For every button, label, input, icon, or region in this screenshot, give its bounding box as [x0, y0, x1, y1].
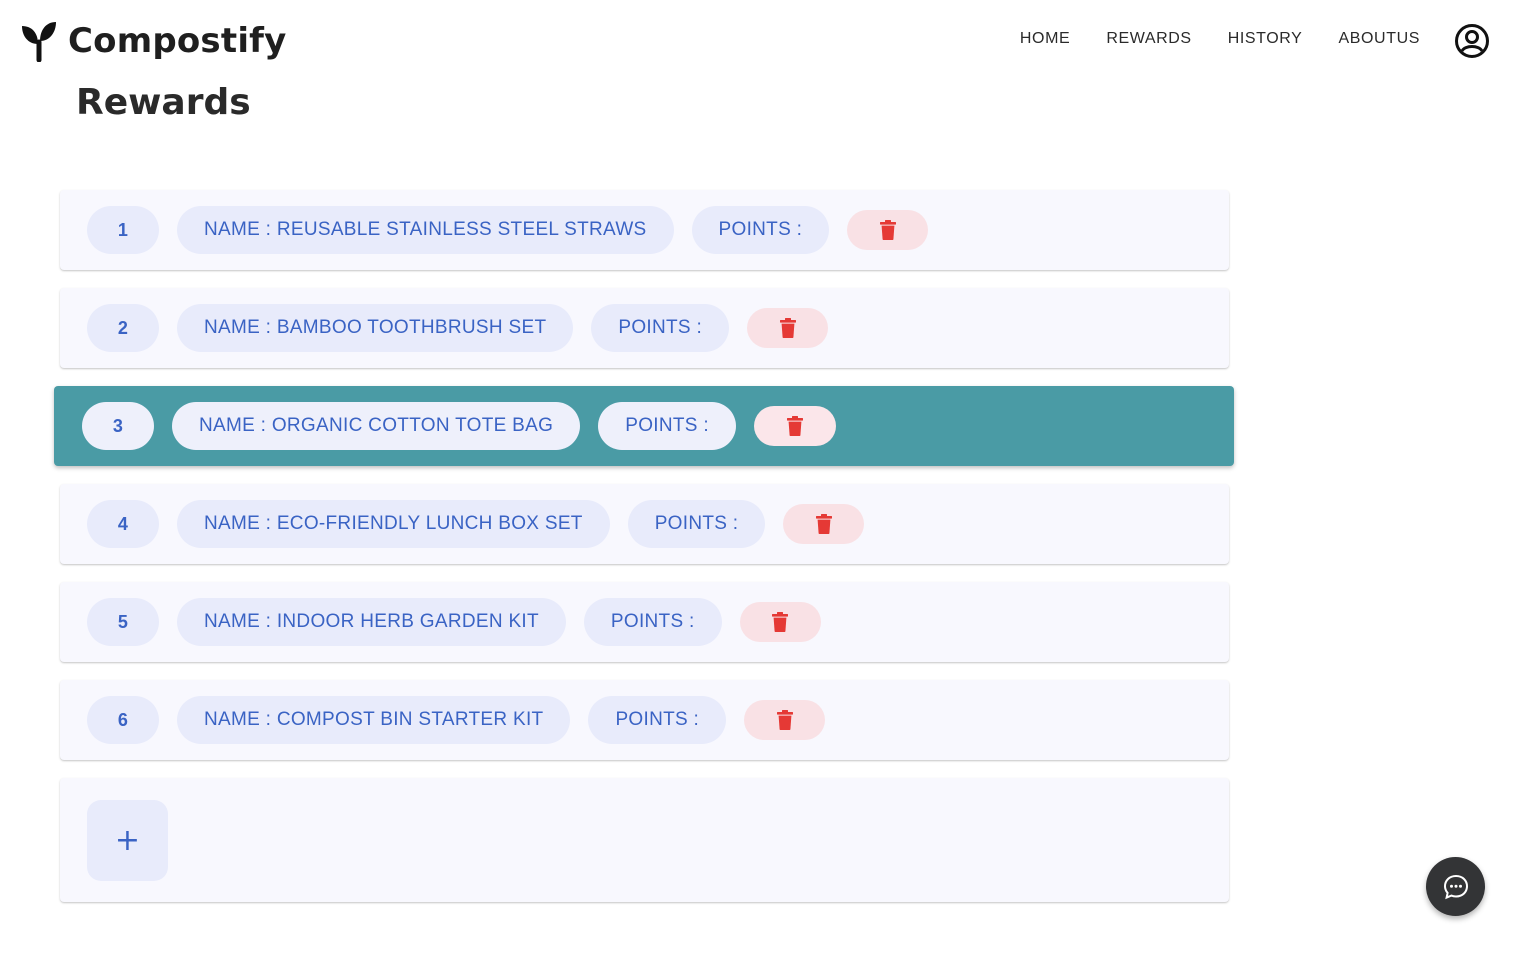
brand-name: Compostify [68, 21, 287, 61]
trash-icon [772, 612, 789, 632]
reward-row[interactable]: 6 NAME : COMPOST BIN STARTER KIT POINTS : [60, 680, 1229, 760]
delete-reward-button[interactable] [783, 504, 865, 544]
brand[interactable]: Compostify [20, 20, 287, 62]
reward-name: NAME : ORGANIC COTTON TOTE BAG [172, 402, 581, 450]
reward-name: NAME : ECO-FRIENDLY LUNCH BOX SET [177, 500, 610, 548]
reward-row[interactable]: 2 NAME : BAMBOO TOOTHBRUSH SET POINTS : [60, 288, 1229, 368]
user-circle-icon[interactable] [1454, 23, 1490, 59]
reward-index: 6 [87, 696, 159, 744]
nav-home[interactable]: HOME [1020, 30, 1070, 48]
sprout-icon [22, 22, 56, 62]
delete-reward-button[interactable] [753, 406, 836, 446]
reward-name: NAME : INDOOR HERB GARDEN KIT [177, 598, 566, 646]
delete-reward-button[interactable] [747, 308, 829, 348]
trash-icon [815, 514, 832, 534]
reward-row[interactable]: 5 NAME : INDOOR HERB GARDEN KIT POINTS : [60, 582, 1229, 662]
reward-index: 4 [87, 500, 159, 548]
reward-index: 3 [82, 402, 154, 450]
reward-index: 1 [87, 206, 159, 254]
reward-row[interactable]: 3 NAME : ORGANIC COTTON TOTE BAG POINTS : [54, 386, 1234, 466]
reward-index: 2 [87, 304, 159, 352]
reward-points: POINTS : [598, 402, 736, 450]
reward-points: POINTS : [691, 206, 830, 254]
reward-row[interactable]: 4 NAME : ECO-FRIENDLY LUNCH BOX SET POINTS… [60, 484, 1229, 564]
reward-name: NAME : BAMBOO TOOTHBRUSH SET [177, 304, 574, 352]
trash-icon [879, 220, 896, 240]
add-reward-row: + [60, 778, 1229, 902]
rewards-list: 1 NAME : REUSABLE STAINLESS STEEL STRAWS P… [54, 190, 1234, 920]
chat-button[interactable] [1426, 857, 1485, 916]
reward-points: POINTS : [588, 696, 727, 744]
trash-icon [776, 710, 793, 730]
nav-history[interactable]: HISTORY [1228, 30, 1303, 48]
delete-reward-button[interactable] [847, 210, 929, 250]
reward-name: NAME : COMPOST BIN STARTER KIT [177, 696, 571, 744]
reward-points: POINTS : [627, 500, 766, 548]
reward-index: 5 [87, 598, 159, 646]
header: Compostify HOME REWARDS HISTORY ABOUTUS [0, 0, 1526, 84]
trash-icon [786, 416, 803, 436]
main-nav: HOME REWARDS HISTORY ABOUTUS [1020, 30, 1420, 48]
nav-aboutus[interactable]: ABOUTUS [1338, 30, 1420, 48]
reward-points: POINTS : [591, 304, 730, 352]
delete-reward-button[interactable] [744, 700, 826, 740]
page-title: Rewards [76, 82, 251, 123]
trash-icon [779, 318, 796, 338]
reward-row[interactable]: 1 NAME : REUSABLE STAINLESS STEEL STRAWS P… [60, 190, 1229, 270]
delete-reward-button[interactable] [739, 602, 821, 642]
chat-bubble-icon [1443, 874, 1468, 899]
reward-name: NAME : REUSABLE STAINLESS STEEL STRAWS [177, 206, 674, 254]
reward-points: POINTS : [583, 598, 722, 646]
nav-rewards[interactable]: REWARDS [1106, 30, 1191, 48]
add-reward-button[interactable]: + [87, 799, 168, 881]
